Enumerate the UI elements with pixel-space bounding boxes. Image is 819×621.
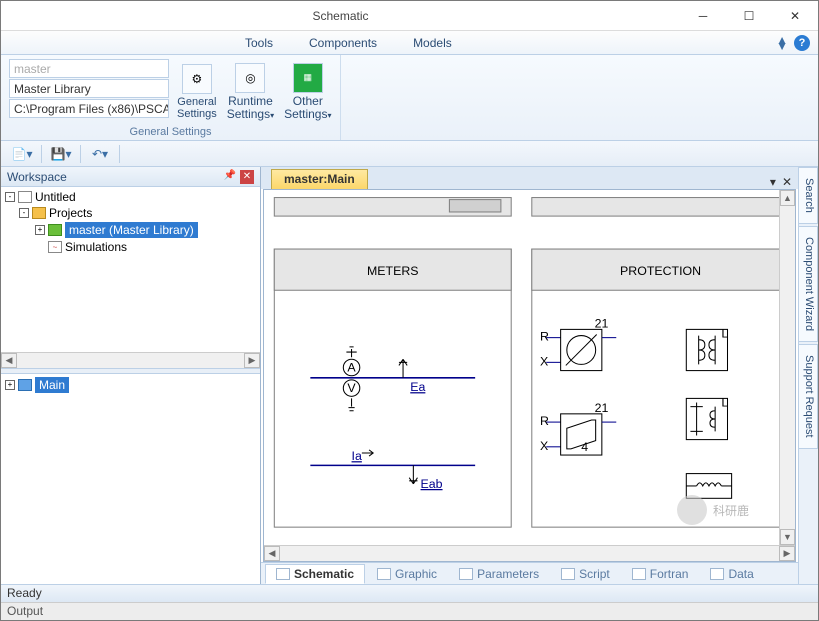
maximize-button[interactable]: ☐ bbox=[726, 1, 772, 31]
general-settings-button[interactable]: ⚙ General Settings bbox=[175, 59, 219, 125]
menu-models[interactable]: Models bbox=[395, 34, 470, 52]
other-settings-icon: ▦ bbox=[293, 63, 323, 93]
window-title: Schematic bbox=[1, 9, 680, 23]
schematic-canvas[interactable]: METERS A V Ea Ia Eab bbox=[264, 190, 779, 545]
tab-close-icon[interactable]: ✕ bbox=[782, 175, 792, 189]
ribbon-group-label: General Settings bbox=[9, 125, 332, 138]
canvas-hscroll[interactable]: ◀▶ bbox=[264, 545, 795, 561]
project-path-field[interactable]: C:\Program Files (x86)\PSCAD bbox=[9, 99, 169, 118]
viewtab-fortran[interactable]: Fortran bbox=[622, 565, 699, 583]
canvas-vscroll[interactable]: ▲▼ bbox=[779, 190, 795, 545]
graphic-icon bbox=[377, 568, 391, 580]
menu-components[interactable]: Components bbox=[291, 34, 395, 52]
folder-icon bbox=[32, 207, 46, 219]
viewtab-graphic[interactable]: Graphic bbox=[367, 565, 447, 583]
help-icon[interactable]: ? bbox=[794, 35, 810, 51]
project-icon bbox=[18, 191, 32, 203]
expand-icon[interactable]: + bbox=[35, 225, 45, 235]
project-name-field[interactable]: master bbox=[9, 59, 169, 78]
viewtab-script[interactable]: Script bbox=[551, 565, 620, 583]
relay21b-label: 21 bbox=[595, 401, 609, 415]
collapse-icon[interactable]: - bbox=[5, 192, 15, 202]
menu-tools[interactable]: Tools bbox=[227, 34, 291, 52]
undo-dropdown[interactable]: ↶▾ bbox=[85, 144, 115, 164]
new-dropdown[interactable]: 📄▾ bbox=[7, 144, 37, 164]
svg-text:X: X bbox=[540, 354, 548, 368]
runtime-icon: ◎ bbox=[235, 63, 265, 93]
relay4-label: 4 bbox=[581, 440, 588, 454]
script-icon bbox=[561, 568, 575, 580]
protection-label: PROTECTION bbox=[620, 264, 701, 278]
schematic-icon bbox=[276, 568, 290, 580]
svg-text:X: X bbox=[540, 439, 548, 453]
output-tab[interactable]: Output bbox=[1, 602, 121, 620]
svg-text:R: R bbox=[540, 330, 549, 344]
viewtab-data[interactable]: Data bbox=[700, 565, 763, 583]
watermark: 科研鹿 bbox=[677, 495, 749, 525]
simulations-icon: ~ bbox=[48, 241, 62, 253]
ea-label: Ea bbox=[410, 380, 425, 394]
save-dropdown[interactable]: 💾▾ bbox=[46, 144, 76, 164]
collapse-icon[interactable]: - bbox=[19, 208, 29, 218]
eab-label: Eab bbox=[421, 477, 443, 491]
svg-text:L: L bbox=[721, 396, 728, 410]
runtime-settings-button[interactable]: ◎ Runtime Settings▾ bbox=[225, 59, 276, 125]
data-icon bbox=[710, 568, 724, 580]
ia-label: Ia bbox=[352, 449, 362, 463]
tree-item-main[interactable]: Main bbox=[35, 377, 69, 393]
library-icon bbox=[48, 224, 62, 236]
viewtab-schematic[interactable]: Schematic bbox=[265, 564, 365, 584]
relay21a-label: 21 bbox=[595, 316, 609, 330]
svg-text:R: R bbox=[540, 414, 549, 428]
collapse-ribbon-icon[interactable]: ▲▼ bbox=[776, 37, 788, 49]
sidetab-component-wizard[interactable]: Component Wizard bbox=[799, 226, 818, 342]
library-name-field[interactable]: Master Library bbox=[9, 79, 169, 98]
status-bar: Ready bbox=[1, 584, 818, 602]
close-panel-icon[interactable]: ✕ bbox=[240, 170, 254, 184]
close-button[interactable]: ✕ bbox=[772, 1, 818, 31]
viewtab-parameters[interactable]: Parameters bbox=[449, 565, 549, 583]
parameters-icon bbox=[459, 568, 473, 580]
workspace-tree[interactable]: -Untitled -Projects +master (Master Libr… bbox=[1, 187, 260, 352]
other-settings-button[interactable]: ▦ Other Settings▾ bbox=[282, 59, 333, 125]
gear-icon: ⚙ bbox=[182, 64, 212, 94]
sidetab-support-request[interactable]: Support Request bbox=[799, 344, 818, 449]
meters-label: METERS bbox=[367, 264, 419, 278]
workspace-title: Workspace bbox=[7, 170, 67, 184]
fortran-icon bbox=[632, 568, 646, 580]
workspace-lower-tree[interactable]: + Main bbox=[1, 374, 260, 584]
module-icon bbox=[18, 379, 32, 391]
svg-text:A: A bbox=[347, 361, 356, 375]
pin-icon[interactable]: 📌 bbox=[224, 170, 236, 184]
expand-icon[interactable]: + bbox=[5, 380, 15, 390]
tree-item-master[interactable]: master (Master Library) bbox=[65, 222, 198, 238]
sidetab-search[interactable]: Search bbox=[799, 167, 818, 224]
svg-text:L: L bbox=[721, 327, 728, 341]
workspace-hscroll[interactable]: ◀▶ bbox=[1, 352, 260, 368]
canvas-tab-master-main[interactable]: master:Main bbox=[271, 169, 368, 189]
tab-dropdown-icon[interactable]: ▾ bbox=[770, 175, 776, 189]
svg-text:V: V bbox=[347, 381, 356, 395]
minimize-button[interactable]: ─ bbox=[680, 1, 726, 31]
